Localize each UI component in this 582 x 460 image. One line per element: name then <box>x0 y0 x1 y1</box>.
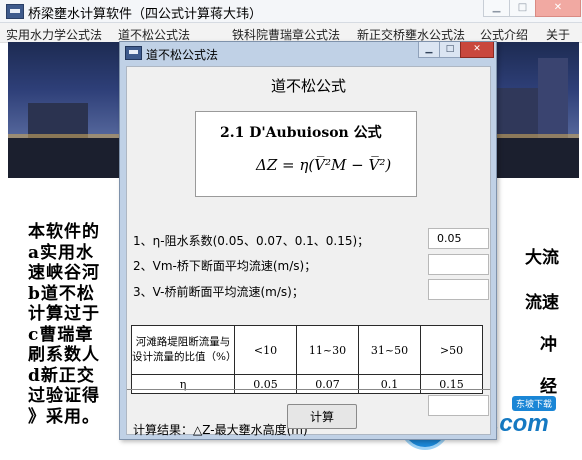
intro-line: c曹瑞章 <box>28 324 94 345</box>
eta-input[interactable] <box>428 228 489 249</box>
intro-right-fragment: 流速 <box>525 293 559 313</box>
intro-text: 本软件的 a实用水 速峡谷河 b道不松 计算过于 c曹瑞章 刷系数人 d新正交 … <box>28 222 120 427</box>
table-range-cell: <10 <box>234 325 297 375</box>
intro-line: 计算过于 <box>28 304 100 324</box>
app-title: 桥梁壅水计算软件（四公式计算蒋大玮） <box>28 7 263 22</box>
dialog-client-area: 道不松公式 2.1 D'Aubuioson 公式 ΔZ = η(V̅²M − V… <box>126 66 491 437</box>
v-input[interactable] <box>428 279 489 300</box>
intro-line: 》采用。 <box>28 406 100 427</box>
formula-heading: 道不松公式 <box>270 77 346 95</box>
result-output[interactable] <box>428 395 489 416</box>
table-value-cell: 0.1 <box>358 374 421 394</box>
main-titlebar: 桥梁壅水计算软件（四公式计算蒋大玮） ▁ □ ✕ <box>0 0 582 23</box>
param-v-label: 3、V-桥前断面平均流速(m/s)； <box>133 285 304 299</box>
dialog-app-icon <box>125 46 142 60</box>
separator <box>127 389 490 390</box>
main-maximize-button[interactable]: □ <box>509 0 536 17</box>
table-value-cell: 0.05 <box>234 374 297 394</box>
formula-title: 2.1 D'Aubuioson 公式 <box>220 125 382 141</box>
intro-line: 刷系数人 <box>28 345 100 365</box>
intro-right-fragment: 冲 <box>540 335 557 355</box>
intro-line: b道不松 <box>28 283 95 304</box>
intro-right-fragment: 大流 <box>525 248 559 268</box>
main-minimize-button[interactable]: ▁ <box>483 0 510 17</box>
table-range-cell: 31~50 <box>358 325 421 375</box>
table-header-cell: 河滩路堤阻断流量与设计流量的比值（%） <box>131 325 236 375</box>
dialog-title: 道不松公式法 <box>146 48 219 62</box>
menubar: 实用水力学公式法 道不松公式法 铁科院曹瑞章公式法 新正交桥壅水公式法 公式介绍… <box>0 23 582 43</box>
intro-line: a实用水 <box>28 242 95 263</box>
formula-image: 2.1 D'Aubuioson 公式 ΔZ = η(V̅²M − V̅²) <box>195 111 417 197</box>
vm-input[interactable] <box>428 254 489 275</box>
eta-reference-table: 河滩路堤阻断流量与设计流量的比值（%） <10 11~30 31~50 >50 … <box>131 325 483 394</box>
intro-line: 速峡谷河 <box>28 263 100 283</box>
intro-line: 本软件的 <box>28 222 100 242</box>
menu-about[interactable]: 关于 <box>546 26 570 43</box>
dialog-close-button[interactable]: ✕ <box>460 42 494 58</box>
formula-expression: ΔZ = η(V̅²M − V̅²) <box>256 156 392 174</box>
dialog-maximize-button[interactable]: □ <box>439 42 461 58</box>
menu-practical-hydraulics[interactable]: 实用水力学公式法 <box>6 26 102 43</box>
param-vm-label: 2、Vm-桥下断面平均流速(m/s)； <box>133 259 317 273</box>
table-range-cell: 11~30 <box>296 325 359 375</box>
dialog-titlebar: 道不松公式法 ▁ □ ✕ <box>120 42 496 64</box>
dialog-minimize-button[interactable]: ▁ <box>418 42 440 58</box>
intro-line: 过验证得 <box>28 386 100 406</box>
result-label: 计算结果：△Z-最大壅水高度(m) <box>133 423 308 437</box>
watermark-badge: 东坡下载 <box>512 396 557 411</box>
calculate-button[interactable]: 计算 <box>287 404 357 429</box>
main-close-button[interactable]: ✕ <box>535 0 581 17</box>
daubuisson-dialog: 道不松公式法 ▁ □ ✕ 道不松公式 2.1 D'Aubuioson 公式 ΔZ… <box>119 41 497 440</box>
app-icon <box>6 4 24 19</box>
intro-line: d新正交 <box>28 365 95 386</box>
table-eta-label: η <box>131 374 235 394</box>
table-value-cell: 0.07 <box>296 374 359 394</box>
param-eta-label: 1、η-阻水系数(0.05、0.07、0.1、0.15)； <box>133 234 370 248</box>
table-value-cell: 0.15 <box>420 374 483 394</box>
table-range-cell: >50 <box>420 325 483 375</box>
